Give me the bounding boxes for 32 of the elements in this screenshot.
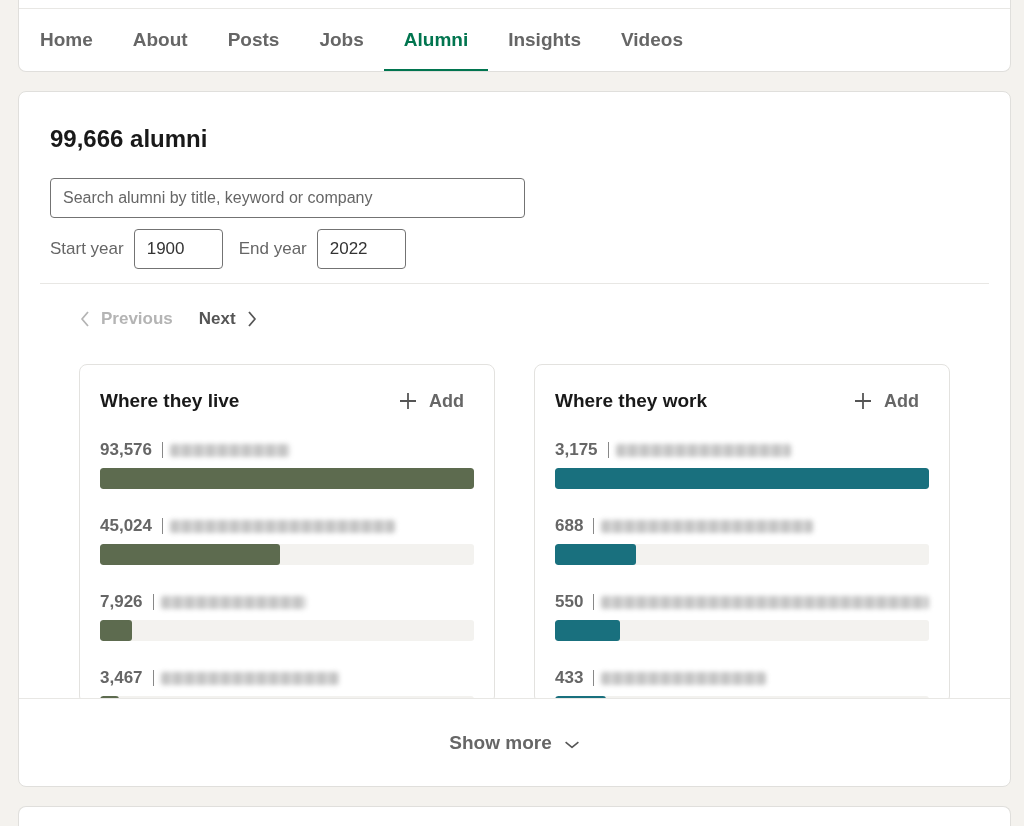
tab[interactable]: Insights bbox=[488, 9, 601, 71]
end-year-field[interactable]: 2022 bbox=[316, 229, 406, 269]
show-more-button[interactable]: Show more bbox=[439, 725, 590, 760]
card-title: Where they work bbox=[555, 390, 708, 412]
chevron-down-icon bbox=[563, 740, 580, 749]
plus-icon bbox=[400, 393, 416, 409]
card-title: Where they live bbox=[100, 390, 240, 412]
count-value: 7,926 bbox=[100, 592, 143, 612]
add-button[interactable]: Add bbox=[390, 388, 474, 414]
count-value: 93,576 bbox=[100, 440, 152, 460]
tab[interactable]: Videos bbox=[601, 9, 703, 71]
count-value: 3,467 bbox=[100, 668, 143, 688]
count-value: 3,175 bbox=[555, 440, 598, 460]
plus-icon bbox=[855, 393, 871, 409]
add-button[interactable]: Add bbox=[845, 388, 929, 414]
tab[interactable]: Jobs bbox=[299, 9, 384, 71]
end-year-label: End year bbox=[238, 239, 307, 259]
tab[interactable]: Posts bbox=[207, 9, 300, 71]
tab[interactable]: Alumni bbox=[383, 9, 489, 71]
search-field[interactable]: Search alumni by title, keyword or company bbox=[50, 178, 525, 218]
count-value: 433 bbox=[555, 668, 584, 688]
tab[interactable]: Home bbox=[20, 9, 113, 71]
count-value: 688 bbox=[555, 516, 584, 536]
next-button[interactable]: Next bbox=[198, 301, 258, 337]
chevron-left-icon bbox=[79, 311, 91, 327]
alumni-count-title: 99,666 alumni bbox=[50, 124, 208, 154]
start-year-field[interactable]: 1900 bbox=[133, 229, 223, 269]
count-value: 45,024 bbox=[100, 516, 152, 536]
start-year-label: Start year bbox=[50, 239, 124, 259]
chevron-right-icon bbox=[245, 311, 258, 327]
count-value: 550 bbox=[555, 592, 584, 612]
tab[interactable]: About bbox=[112, 9, 208, 71]
